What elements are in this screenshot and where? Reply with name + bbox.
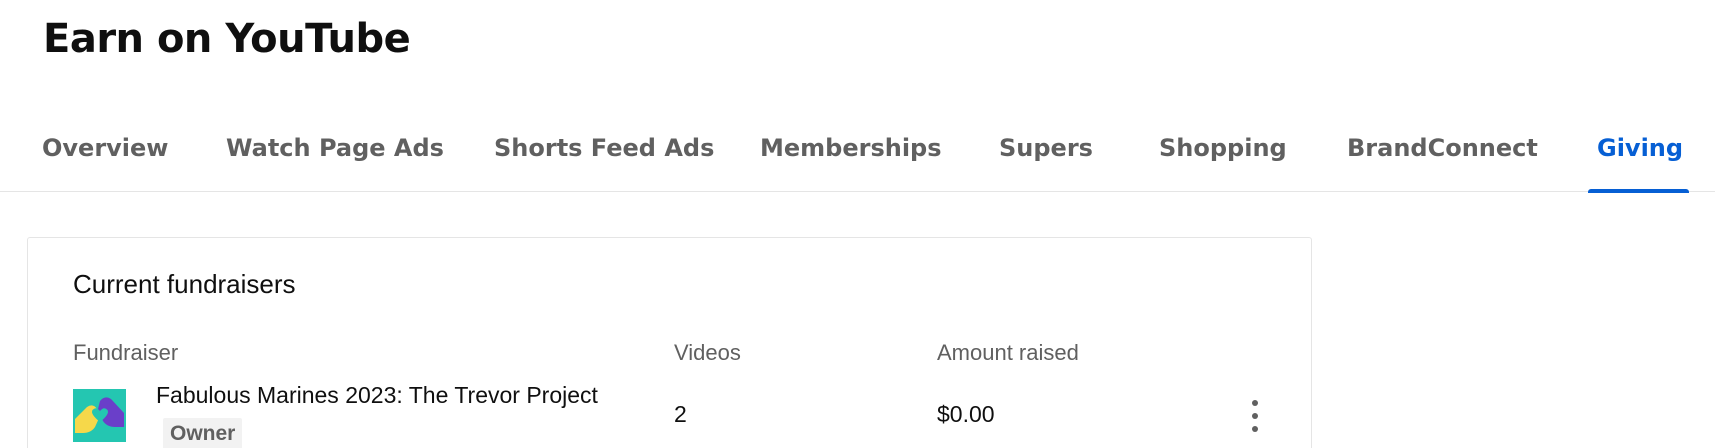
more-options-icon[interactable]	[1243, 396, 1267, 436]
tab-supers[interactable]: Supers	[999, 130, 1093, 192]
column-header-amount-raised: Amount raised	[937, 340, 1079, 365]
tab-brandconnect[interactable]: BrandConnect	[1347, 130, 1538, 192]
tab-watch-page-ads[interactable]: Watch Page Ads	[226, 130, 444, 192]
current-fundraisers-card: Current fundraisers Fundraiser Videos Am…	[27, 237, 1312, 448]
tab-bar: Overview Watch Page Ads Shorts Feed Ads …	[0, 118, 1715, 193]
column-header-videos: Videos	[674, 340, 741, 365]
column-header-fundraiser: Fundraiser	[73, 340, 179, 365]
card-title: Current fundraisers	[73, 269, 296, 299]
table-row[interactable]: Fabulous Marines 2023: The Trevor Projec…	[73, 376, 1283, 448]
heart-hands-icon	[73, 389, 126, 442]
fundraiser-name[interactable]: Fabulous Marines 2023: The Trevor Projec…	[156, 382, 598, 409]
owner-badge: Owner	[163, 418, 243, 448]
videos-count: 2	[674, 401, 687, 427]
tab-shopping[interactable]: Shopping	[1159, 130, 1287, 192]
tab-memberships[interactable]: Memberships	[760, 130, 942, 192]
page-title: Earn on YouTube	[43, 16, 411, 62]
tab-overview[interactable]: Overview	[42, 130, 168, 192]
amount-raised: $0.00	[937, 401, 995, 427]
tab-shorts-feed-ads[interactable]: Shorts Feed Ads	[494, 130, 714, 192]
tab-giving[interactable]: Giving	[1587, 130, 1690, 193]
